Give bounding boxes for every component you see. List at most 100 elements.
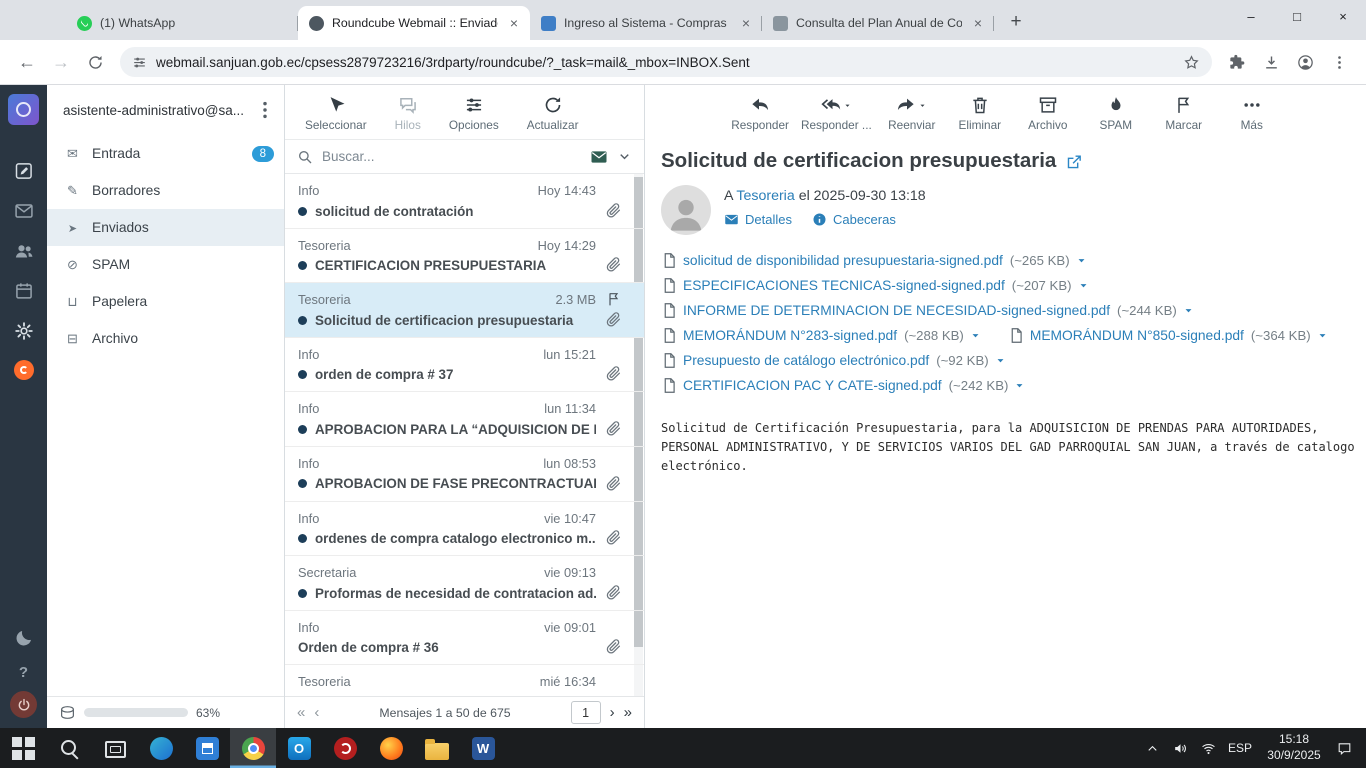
taskbar-app[interactable]: [368, 728, 414, 768]
attachment-item[interactable]: ESPECIFICACIONES TECNICAS-signed-signed.…: [661, 277, 1090, 294]
recipient-link[interactable]: Tesoreria: [736, 188, 794, 204]
taskbar-app[interactable]: [230, 728, 276, 768]
notification-center-button[interactable]: [1330, 728, 1358, 768]
url-text[interactable]: webmail.sanjuan.gob.ec/cpsess2879723216/…: [156, 55, 1174, 70]
taskbar-app[interactable]: [184, 728, 230, 768]
page-number-input[interactable]: 1: [570, 701, 601, 724]
message-row[interactable]: Secretaria vie 09:13 Proformas de necesi…: [285, 556, 644, 611]
omnibox[interactable]: webmail.sanjuan.gob.ec/cpsess2879723216/…: [120, 47, 1212, 77]
attachment-menu-icon[interactable]: [1316, 329, 1329, 342]
new-tab-button[interactable]: +: [1002, 8, 1030, 36]
browser-tab[interactable]: (1) WhatsApp ×: [66, 6, 298, 40]
close-button[interactable]: ×: [1320, 0, 1366, 32]
options-button[interactable]: Opciones: [449, 95, 499, 132]
extensions-button[interactable]: [1220, 45, 1254, 79]
prev-page-button[interactable]: ‹: [314, 705, 319, 720]
downloads-button[interactable]: [1254, 45, 1288, 79]
attachment-name[interactable]: ESPECIFICACIONES TECNICAS-signed-signed.…: [683, 278, 1005, 293]
taskbar-app[interactable]: [322, 728, 368, 768]
forward-button[interactable]: →: [44, 45, 78, 79]
next-page-button[interactable]: ›: [610, 705, 615, 720]
attachment-menu-icon[interactable]: [994, 354, 1007, 367]
browser-tab[interactable]: Ingreso al Sistema - Compras P ×: [530, 6, 762, 40]
taskbar-app[interactable]: [138, 728, 184, 768]
attachment-menu-icon[interactable]: [1077, 279, 1090, 292]
taskbar-app[interactable]: [0, 728, 46, 768]
archive-button[interactable]: Archivo: [1020, 95, 1076, 132]
volume-button[interactable]: [1166, 728, 1194, 768]
contacts-button[interactable]: [13, 240, 35, 262]
bookmark-star-icon[interactable]: [1183, 54, 1200, 71]
folder-item[interactable]: Archivo: [47, 320, 284, 357]
attachment-item[interactable]: MEMORÁNDUM N°283-signed.pdf (~288 KB): [661, 327, 982, 344]
message-row[interactable]: Tesoreria mié 16:34: [285, 665, 644, 696]
search-scope-icon[interactable]: [590, 148, 608, 166]
minimize-button[interactable]: –: [1228, 0, 1274, 32]
folder-item[interactable]: Enviados: [47, 209, 284, 246]
reply-all-dropdown-icon[interactable]: [843, 101, 852, 110]
first-page-button[interactable]: «: [297, 705, 305, 720]
tab-close-icon[interactable]: ×: [738, 15, 754, 31]
taskbar-app[interactable]: [276, 728, 322, 768]
settings-button[interactable]: [13, 320, 35, 342]
calendar-button[interactable]: [13, 280, 35, 302]
search-options-chevron-icon[interactable]: [617, 149, 632, 164]
clock[interactable]: 15:18 30/9/2025: [1258, 732, 1330, 763]
message-row[interactable]: Info lun 08:53 APROBACION DE FASE PRECON…: [285, 447, 644, 502]
attachment-name[interactable]: INFORME DE DETERMINACION DE NECESIDAD-si…: [683, 303, 1110, 318]
mark-button[interactable]: Marcar: [1156, 95, 1212, 132]
message-row[interactable]: Tesoreria Hoy 14:29 CERTIFICACION PRESUP…: [285, 229, 644, 284]
attachment-item[interactable]: INFORME DE DETERMINACION DE NECESIDAD-si…: [661, 302, 1195, 319]
language-indicator[interactable]: ESP: [1222, 741, 1258, 755]
browser-menu-button[interactable]: [1322, 45, 1356, 79]
search-input[interactable]: [322, 149, 581, 164]
flag-icon[interactable]: [606, 291, 622, 307]
open-in-new-icon[interactable]: [1066, 153, 1083, 170]
spam-button[interactable]: SPAM: [1088, 95, 1144, 132]
forward-dropdown-icon[interactable]: [918, 101, 927, 110]
folder-item[interactable]: Entrada 8: [47, 135, 284, 172]
tab-close-icon[interactable]: ×: [506, 15, 522, 31]
folder-item[interactable]: Borradores: [47, 172, 284, 209]
cpanel-icon[interactable]: [13, 360, 34, 380]
reply-button[interactable]: Responder: [731, 95, 789, 132]
folder-item[interactable]: SPAM: [47, 246, 284, 283]
message-row[interactable]: Info vie 09:01 Orden de compra # 36: [285, 611, 644, 666]
taskbar-app[interactable]: [414, 728, 460, 768]
compose-button[interactable]: [13, 160, 35, 182]
folder-item[interactable]: Papelera: [47, 283, 284, 320]
attachment-menu-icon[interactable]: [1013, 379, 1026, 392]
attachment-item[interactable]: Presupuesto de catálogo electrónico.pdf …: [661, 352, 1007, 369]
reply-all-button[interactable]: Responder ...: [801, 95, 872, 132]
browser-tab[interactable]: Roundcube Webmail :: Enviados ×: [298, 6, 530, 40]
theme-toggle-button[interactable]: [13, 627, 35, 649]
forward-button[interactable]: Reenviar: [884, 95, 940, 132]
message-row[interactable]: Info vie 10:47 ordenes de compra catalog…: [285, 502, 644, 557]
app-logo[interactable]: [8, 94, 39, 125]
tray-expand-button[interactable]: [1138, 728, 1166, 768]
attachment-item[interactable]: MEMORÁNDUM N°850-signed.pdf (~364 KB): [1008, 327, 1329, 344]
help-icon[interactable]: ?: [19, 664, 28, 681]
select-button[interactable]: Seleccionar: [305, 95, 367, 132]
attachment-menu-icon[interactable]: [1075, 254, 1088, 267]
attachment-menu-icon[interactable]: [1182, 304, 1195, 317]
attachment-item[interactable]: CERTIFICACION PAC Y CATE-signed.pdf (~24…: [661, 377, 1026, 394]
network-button[interactable]: [1194, 728, 1222, 768]
message-row[interactable]: Info lun 15:21 orden de compra # 37: [285, 338, 644, 393]
attachment-item[interactable]: solicitud de disponibilidad presupuestar…: [661, 252, 1088, 269]
refresh-button[interactable]: Actualizar: [527, 95, 579, 132]
headers-link[interactable]: Cabeceras: [812, 212, 896, 227]
last-page-button[interactable]: »: [624, 705, 632, 720]
taskbar-app[interactable]: [460, 728, 506, 768]
mail-button[interactable]: [13, 200, 35, 222]
message-row[interactable]: Info Hoy 14:43 solicitud de contratación: [285, 174, 644, 229]
back-button[interactable]: ←: [10, 45, 44, 79]
taskbar-app[interactable]: [46, 728, 92, 768]
attachment-menu-icon[interactable]: [969, 329, 982, 342]
reload-button[interactable]: [78, 45, 112, 79]
more-button[interactable]: Más: [1224, 95, 1280, 132]
taskbar-app[interactable]: [92, 728, 138, 768]
threads-button[interactable]: Hilos: [395, 95, 421, 132]
logout-button[interactable]: [10, 691, 37, 718]
details-link[interactable]: Detalles: [724, 212, 792, 227]
